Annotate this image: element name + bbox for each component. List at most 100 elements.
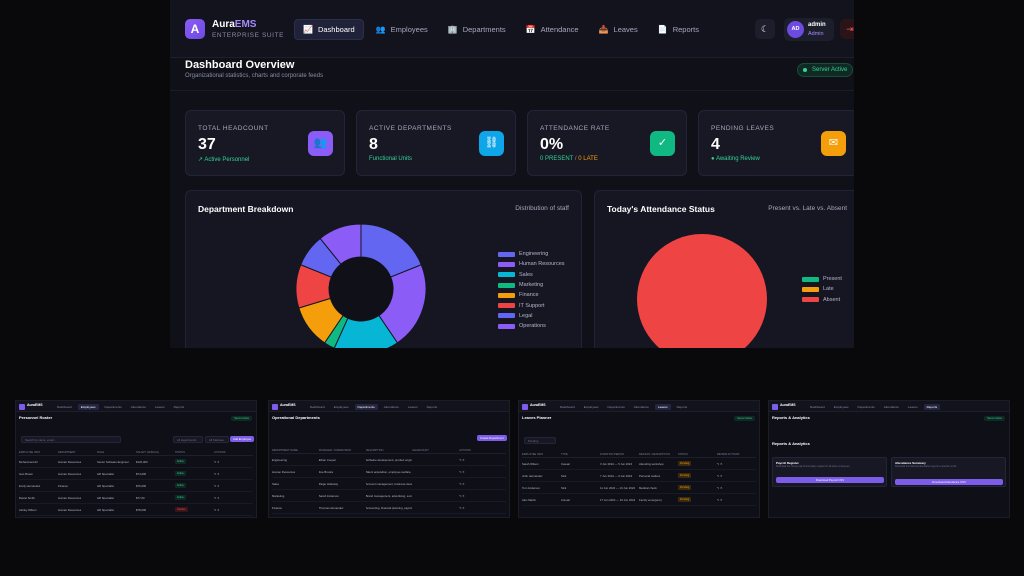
row-actions[interactable]: ✎ ✕ [214, 508, 253, 512]
logout-button[interactable]: ⇥ [840, 19, 854, 39]
table-cell: Pending [678, 461, 717, 466]
leave-status-filter[interactable]: Pending [524, 437, 556, 444]
table-cell: Medical check [639, 485, 657, 490]
nav-item-reports[interactable]: 📄 Reports [650, 19, 707, 40]
nav-item-dashboard[interactable]: Dashboard [54, 404, 75, 410]
nav-item-leaves[interactable]: 📥 Leaves [591, 19, 646, 40]
table-row[interactable]: Emily Hernandez Finance HR Specialist $76,0… [19, 480, 253, 492]
row-actions[interactable]: ✎ ✕ [214, 472, 253, 476]
nav-item-leaves[interactable]: Leaves [654, 404, 671, 410]
nav-item-attendance[interactable]: Attendance [631, 404, 652, 410]
row-actions[interactable]: ✎ ✕ [459, 458, 506, 462]
nav-item-departments[interactable]: 🏢 Departments [440, 19, 514, 40]
legend-item-present[interactable]: Present [802, 274, 842, 284]
nav-item-employees[interactable]: 👥 Employees [368, 19, 436, 40]
row-actions[interactable]: ✎ ✕ [459, 470, 506, 474]
table-row[interactable]: Human Resources Zoe Brooks Talent acquisit… [272, 466, 506, 478]
nav-item-attendance[interactable]: 📅 Attendance [518, 19, 587, 40]
table-row[interactable]: Ivan Brown Human Resources HR Specialist $7… [19, 468, 253, 480]
nav-item-dashboard[interactable]: Dashboard [807, 404, 828, 410]
legend-item-late[interactable]: Late [802, 284, 842, 294]
table-cell: HR Specialist [97, 483, 114, 488]
thumbnail-departments[interactable]: AuraEMS Dashboard Employees Departments Att… [268, 400, 510, 518]
table-row[interactable]: Marketing Sarah Anderson Brand management,… [272, 490, 506, 502]
user-menu[interactable]: AD admin Admin [784, 18, 834, 41]
thumb-nav: Dashboard Employees Departments Attendance L… [557, 404, 690, 410]
row-actions[interactable]: ✎ ✕ [214, 496, 253, 500]
nav-item-dashboard[interactable]: Dashboard [557, 404, 578, 410]
table-row[interactable]: John Hernandez Sick 7 Jun 2024 — 9 Jun 202… [522, 470, 756, 482]
table-row[interactable]: Finance Thomas Hernandez Accounting, finan… [272, 502, 506, 514]
nav-item-reports[interactable]: Reports [674, 404, 691, 410]
legend-item-legal[interactable]: Legal [498, 311, 565, 321]
pie-slice-absent[interactable] [637, 234, 767, 348]
nav-item-dashboard[interactable]: 📈 Dashboard [294, 19, 364, 40]
nav-item-employees[interactable]: Employees [581, 404, 602, 410]
table-row[interactable]: IT Support Technical infrastructure, help… [272, 514, 506, 519]
nav-item-departments[interactable]: Departments [605, 404, 628, 410]
row-actions[interactable]: ✎ ✕ [214, 484, 253, 488]
row-actions[interactable]: ✎ ✕ [717, 486, 756, 490]
nav-item-leaves[interactable]: Leaves [905, 404, 921, 410]
nav-item-reports[interactable]: Reports [923, 404, 941, 410]
nav-item-attendance[interactable]: Attendance [128, 404, 149, 410]
thumbnail-reports[interactable]: AuraEMS Dashboard Employees Departments Att… [768, 400, 1010, 518]
theme-toggle-button[interactable]: ☾ [755, 19, 775, 39]
row-actions[interactable]: ✎ ✕ [459, 518, 506, 519]
table-header: EMPLOYEE INFO DEPARTMENT ROLE SALARY (ANNUA… [19, 449, 253, 456]
table-cell: Alex Martin [522, 497, 536, 502]
calendar-check-icon: ✓ [650, 131, 675, 156]
nav-item-leaves[interactable]: Leaves [152, 404, 168, 410]
table-cell: Marketing [272, 493, 285, 498]
legend-item-it-support[interactable]: IT Support [498, 300, 565, 310]
stat-card-headcount: TOTAL HEADCOUNT 37 ↗ Active Personnel 👥 [185, 110, 345, 176]
legend-item-marketing[interactable]: Marketing [498, 280, 565, 290]
search-input[interactable]: Search by name, email... [21, 436, 121, 443]
nav-item-reports[interactable]: Reports [171, 404, 188, 410]
legend-item-finance[interactable]: Finance [498, 290, 565, 300]
row-actions[interactable]: ✎ ✕ [717, 474, 756, 478]
table-row[interactable]: Sarah Wilson Casual 3 Jun 2024 — 5 Jun 202… [522, 458, 756, 470]
brand-name: AuraEMS [212, 19, 257, 30]
chart-legend: Present Late Absent [802, 274, 842, 305]
nav-item-attendance[interactable]: Attendance [381, 404, 402, 410]
nav-item-departments[interactable]: Departments [855, 404, 878, 410]
legend-item-absent[interactable]: Absent [802, 295, 842, 305]
table-row[interactable]: Tom Anderson Sick 11 Jun 2024 — 13 Jun 202… [522, 482, 756, 494]
nav-item-dashboard[interactable]: Dashboard [307, 404, 328, 410]
download-attendance-button[interactable]: Download Attendance CSV [895, 479, 1003, 485]
nav-item-employees[interactable]: Employees [831, 404, 852, 410]
nav-item-departments[interactable]: Departments [354, 404, 378, 410]
row-actions[interactable]: ✎ ✕ [459, 506, 506, 510]
column-header: EMPLOYEE INFO [19, 450, 41, 454]
row-actions[interactable]: ✎ ✕ [459, 482, 506, 486]
create-department-button[interactable]: Create Department [477, 435, 507, 441]
nav-item-attendance[interactable]: Attendance [881, 404, 902, 410]
table-row[interactable]: Sales Paige Holloway Account management, b… [272, 478, 506, 490]
row-actions[interactable]: ✎ ✕ [717, 462, 756, 466]
legend-item-sales[interactable]: Sales [498, 270, 565, 280]
nav-item-employees[interactable]: Employees [77, 404, 99, 410]
row-actions[interactable]: ✎ ✕ [717, 498, 756, 502]
download-payroll-button[interactable]: Download Payroll CSV [776, 477, 884, 483]
status-filter[interactable]: All Statuses [205, 436, 229, 443]
thumbnail-employees[interactable]: AuraEMS Dashboard Employees Departments Att… [15, 400, 257, 518]
thumbnail-leaves[interactable]: AuraEMS Dashboard Employees Departments Att… [518, 400, 760, 518]
table-cell: Inactive [175, 507, 214, 512]
add-employee-button[interactable]: Add Employee [230, 436, 255, 442]
legend-item-operations[interactable]: Operations [498, 321, 565, 331]
nav-item-departments[interactable]: Departments [102, 404, 125, 410]
department-filter[interactable]: All departments [173, 436, 203, 443]
nav-item-employees[interactable]: Employees [331, 404, 352, 410]
nav-item-leaves[interactable]: Leaves [405, 404, 421, 410]
table-row[interactable]: Alex Martin Annual 17 Jun 2024 — 19 Jun 20… [522, 494, 756, 506]
table-row[interactable]: Mohammed Ali Human Resources Senior Softwa… [19, 456, 253, 468]
nav-item-reports[interactable]: Reports [424, 404, 441, 410]
legend-item-human-resources[interactable]: Human Resources [498, 259, 565, 269]
row-actions[interactable]: ✎ ✕ [214, 460, 253, 464]
table-row[interactable]: Engineering Ethan Cooper Software developm… [272, 454, 506, 466]
row-actions[interactable]: ✎ ✕ [459, 494, 506, 498]
table-row[interactable]: Ashley Wilson Human Resources HR Specialis… [19, 504, 253, 516]
table-row[interactable]: Daniel Smith Human Resources HR Specialist… [19, 492, 253, 504]
legend-item-engineering[interactable]: Engineering [498, 249, 565, 259]
